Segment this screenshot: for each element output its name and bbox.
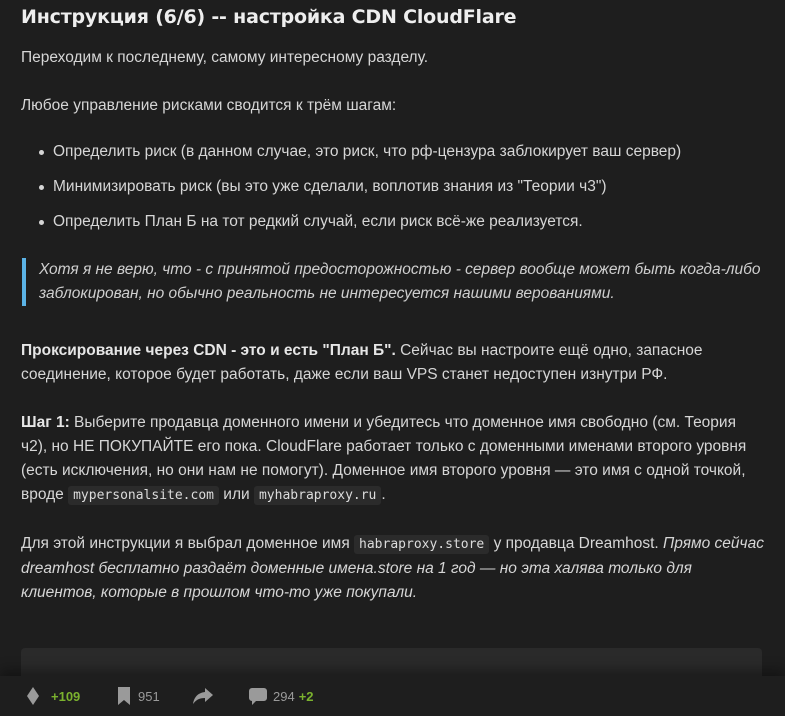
quote-text: Хотя я не верю, что - с принятой предост… (39, 261, 761, 302)
proxy-bold-text: Проксирование через CDN - это и есть "Пл… (21, 342, 396, 359)
comments-button[interactable]: 294 +2 (249, 684, 314, 708)
new-comments-count: +2 (298, 688, 314, 704)
article-footer-bar: +109 951 294 +2 (0, 676, 785, 716)
list-item: Минимизировать риск (вы это уже сделали,… (39, 175, 766, 199)
bullet-dot (39, 220, 44, 225)
domain-choice-paragraph: Для этой инструкции я выбрал доменное им… (21, 532, 766, 605)
comments-count: 294 (273, 688, 295, 704)
list-item: Определить риск (в данном случае, это ри… (39, 140, 766, 164)
list-item: Определить План Б на тот редкий случай, … (39, 210, 766, 234)
blockquote: Хотя я не верю, что - с принятой предост… (22, 258, 766, 306)
steps-intro-paragraph: Любое управление рисками сводится к трём… (21, 97, 397, 114)
inline-code-domain-1: mypersonalsite.com (68, 486, 219, 505)
inline-code-domain-2: myhabraproxy.ru (253, 486, 382, 505)
list-item-text: Определить риск (в данном случае, это ри… (53, 143, 682, 160)
bullet-dot (39, 185, 44, 190)
inline-code-chosen-domain: habraproxy.store (354, 535, 490, 554)
list-item-text: Определить План Б на тот редкий случай, … (53, 213, 583, 230)
bullet-dot (39, 150, 44, 155)
rating-widget[interactable]: +109 (27, 684, 80, 708)
share-button[interactable] (193, 684, 213, 708)
step1-paragraph: Шаг 1: Выберите продавца доменного имени… (21, 411, 766, 508)
list-item-text: Минимизировать риск (вы это уже сделали,… (53, 178, 607, 195)
share-arrow-icon (193, 688, 213, 704)
step1-end: . (381, 486, 386, 503)
rating-score: +109 (51, 688, 81, 704)
bookmark-icon (117, 687, 131, 705)
bookmark-count: 951 (138, 688, 160, 704)
comment-bubble-icon (249, 687, 267, 705)
rating-diamond-icon (27, 687, 39, 705)
or-word: или (219, 486, 254, 503)
article-title: Инструкция (6/6) -- настройка CDN CloudF… (21, 6, 517, 28)
intro-paragraph: Переходим к последнему, самому интересно… (21, 49, 429, 66)
article-body: Инструкция (6/6) -- настройка CDN CloudF… (21, 0, 766, 605)
step1-label: Шаг 1: (21, 414, 70, 431)
choice-text-2: у продавца Dreamhost. (489, 535, 664, 552)
risk-steps-list: Определить риск (в данном случае, это ри… (21, 140, 766, 234)
choice-text-1: Для этой инструкции я выбрал доменное им… (21, 535, 355, 552)
proxy-paragraph: Проксирование через CDN - это и есть "Пл… (21, 339, 766, 387)
bookmark-button[interactable]: 951 (117, 684, 160, 708)
